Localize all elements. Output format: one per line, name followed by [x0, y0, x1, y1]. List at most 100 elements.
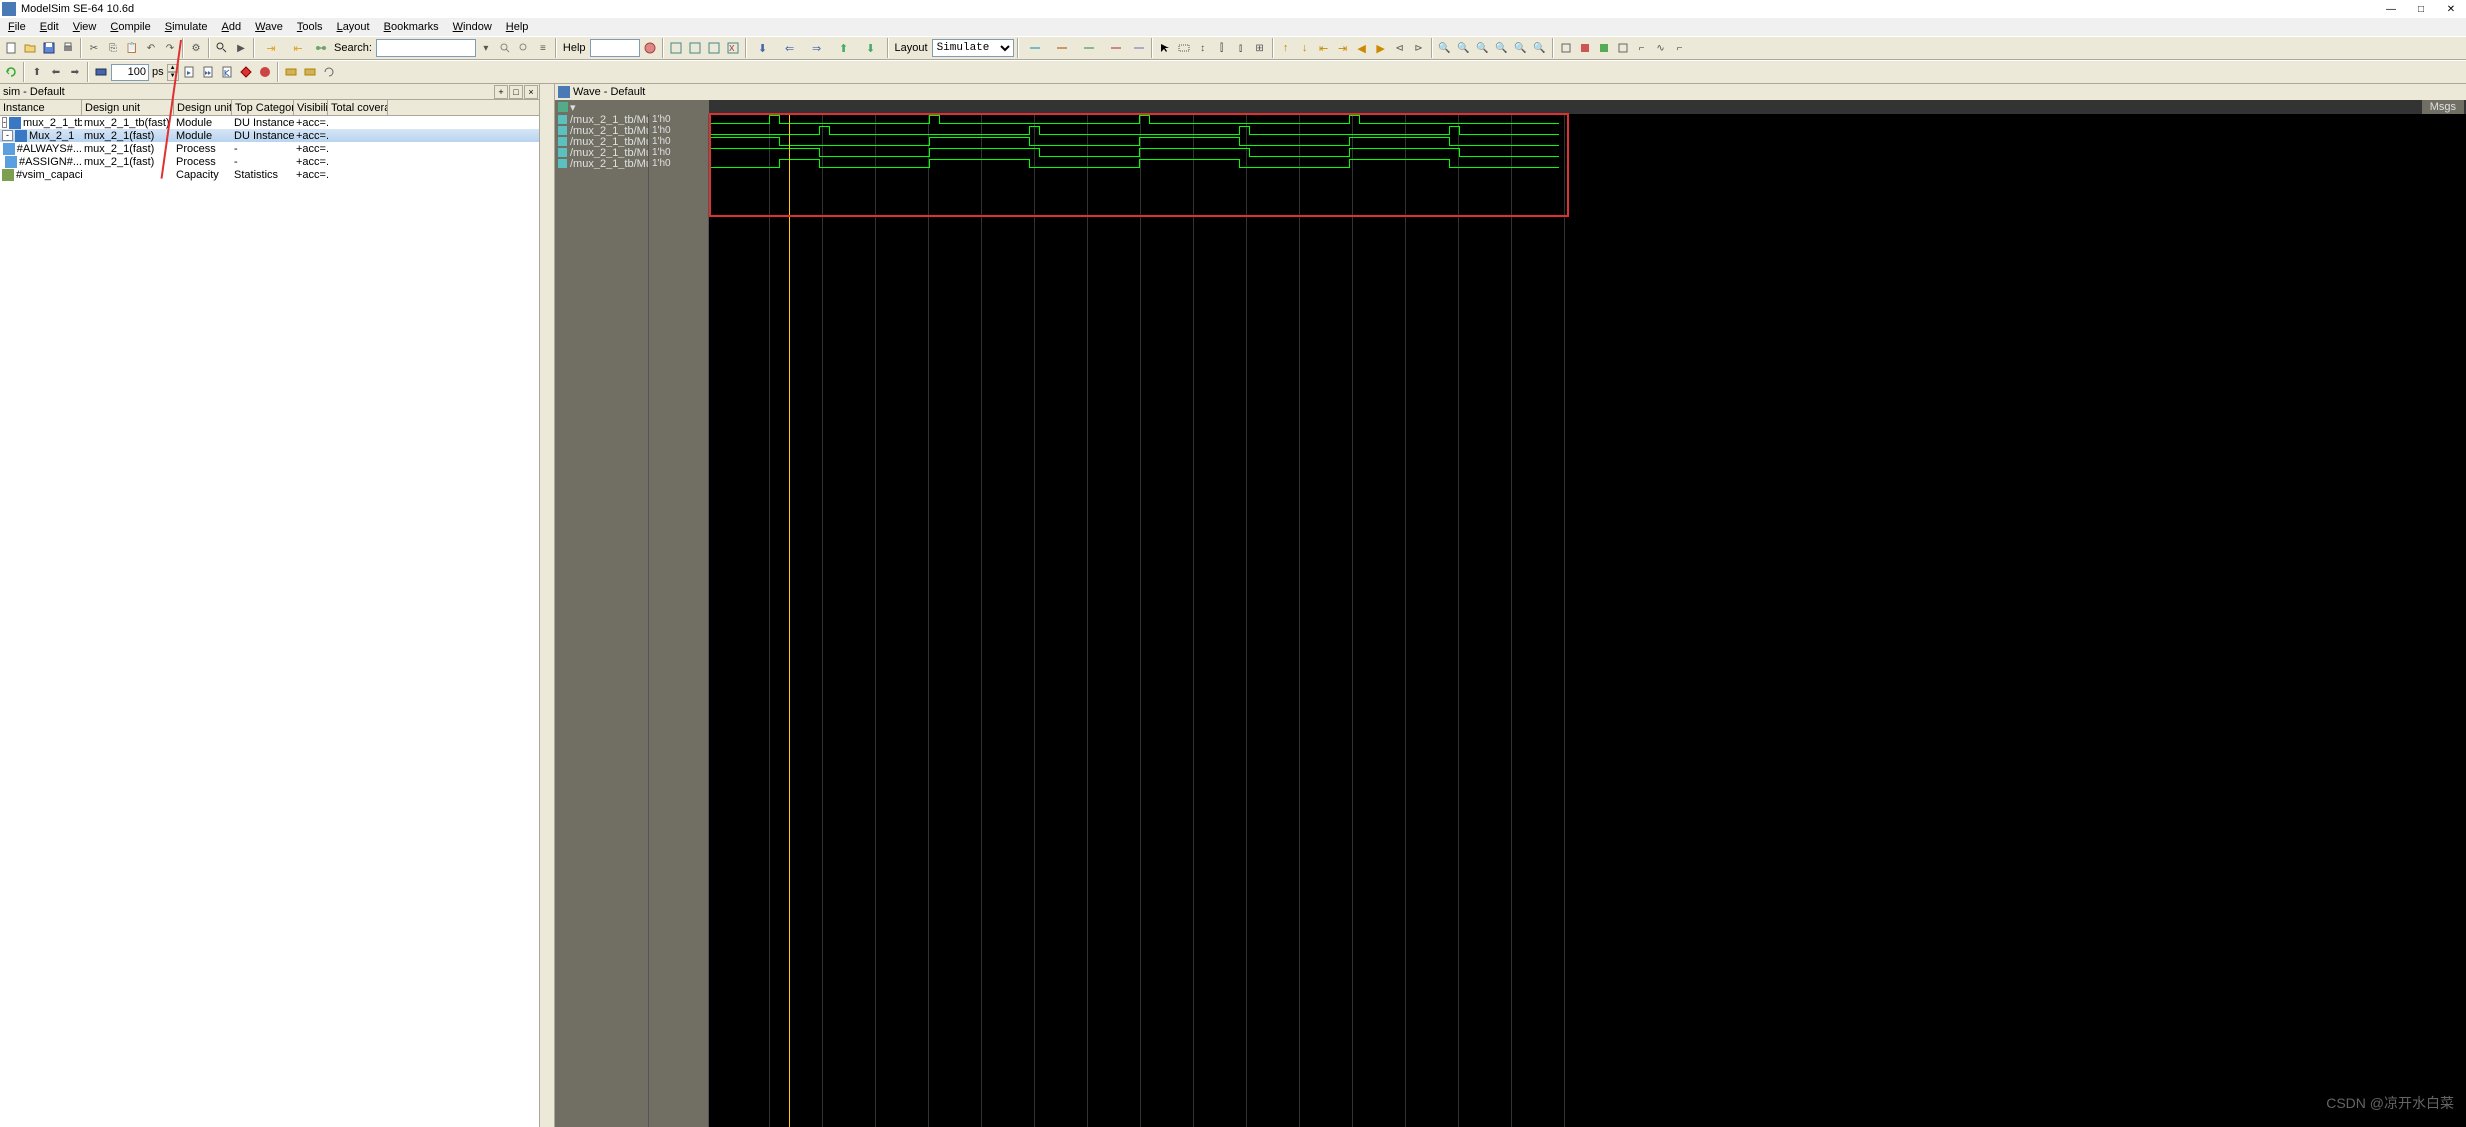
waveform[interactable] [709, 114, 2466, 125]
search-next-button[interactable] [496, 39, 514, 57]
zoom-last-button[interactable]: 🔍 [1531, 39, 1549, 57]
run-length-input[interactable] [111, 64, 149, 81]
zoom-range-button[interactable]: 🔍 [1512, 39, 1530, 57]
search-dropdown[interactable]: ▾ [477, 39, 495, 57]
nav-up-button[interactable]: ⬆ [28, 63, 46, 81]
col-design-unit[interactable]: Design unit [82, 100, 174, 115]
menu-window[interactable]: Window [447, 19, 498, 35]
signal-names-header[interactable]: ▾ [555, 100, 649, 114]
wave-collapse-button[interactable]: ⫾ [1232, 39, 1250, 57]
menu-add[interactable]: Add [216, 19, 248, 35]
minimize-button[interactable]: — [2376, 0, 2406, 18]
copy-button[interactable]: ⎘ [104, 39, 122, 57]
event-mode-button[interactable]: ⌐ [1671, 39, 1689, 57]
redo-button[interactable]: ↷ [161, 39, 179, 57]
print-button[interactable] [59, 39, 77, 57]
menu-view[interactable]: View [67, 19, 103, 35]
menu-help[interactable]: Help [500, 19, 535, 35]
zoom-out-button[interactable]: 🔍 [1455, 39, 1473, 57]
show-readers-button[interactable]: ⇤ [285, 39, 311, 57]
step-out-button[interactable] [301, 63, 319, 81]
tree-row[interactable]: #ASSIGN#...mux_2_1(fast)Process-+acc=... [0, 155, 539, 168]
cursor-add-button[interactable]: ⬇ [750, 39, 776, 57]
help-input[interactable] [590, 39, 640, 57]
dataflow-button[interactable] [312, 39, 330, 57]
next-edge-button[interactable]: ⇥ [1334, 39, 1352, 57]
tree-row[interactable]: #ALWAYS#...mux_2_1(fast)Process-+acc=... [0, 142, 539, 155]
tree-row[interactable]: #vsim_capacity#CapacityStatistics+acc=..… [0, 168, 539, 181]
signal-row[interactable]: /mux_2_1_tb/Mux_... [555, 125, 648, 136]
col-top-category[interactable]: Top Category [232, 100, 294, 115]
run-length-spinner[interactable]: ▲▼ [167, 64, 179, 81]
help-button[interactable] [641, 39, 659, 57]
search-all-button[interactable]: ≡ [534, 39, 552, 57]
zoom-cursor-button[interactable]: 🔍 [1493, 39, 1511, 57]
edit-mode-button[interactable]: ↕ [1194, 39, 1212, 57]
menu-edit[interactable]: Edit [34, 19, 65, 35]
radix-dec-button[interactable] [1595, 39, 1613, 57]
signal-values-column[interactable]: 1'h01'h01'h01'h01'h0 [649, 114, 709, 1127]
menu-simulate[interactable]: Simulate [159, 19, 214, 35]
cut-button[interactable]: ✂ [85, 39, 103, 57]
tree-row[interactable]: -Mux_2_1mux_2_1(fast)ModuleDU Instance+a… [0, 129, 539, 142]
rising-edge-button[interactable]: ↑ [1277, 39, 1295, 57]
zoom-mode-button[interactable] [1175, 39, 1193, 57]
signal-row[interactable]: /mux_2_1_tb/Mux_... [555, 114, 648, 125]
menu-tools[interactable]: Tools [291, 19, 329, 35]
object-filter-2[interactable] [1049, 39, 1075, 57]
zoom-full-button[interactable]: 🔍 [1474, 39, 1492, 57]
toggle-leaf-names-button[interactable]: ⊞ [1251, 39, 1269, 57]
radix-hex-button[interactable] [1576, 39, 1594, 57]
find-prev-transition-button[interactable]: ⬆ [831, 39, 857, 57]
zoom-in-button[interactable]: 🔍 [1436, 39, 1454, 57]
wave-panel-header[interactable]: Wave - Default [555, 84, 2466, 100]
break-button[interactable] [237, 63, 255, 81]
analog-mode-button[interactable]: ∿ [1652, 39, 1670, 57]
add-wave-button[interactable] [667, 39, 685, 57]
time-cursor[interactable] [789, 114, 790, 1127]
waveform-area[interactable] [709, 114, 2466, 1127]
panel-pin-button[interactable]: + [494, 85, 508, 99]
restart-button[interactable] [2, 63, 20, 81]
edge-prev-button[interactable]: ◀ [1353, 39, 1371, 57]
stop-button[interactable] [256, 63, 274, 81]
radix-bin-button[interactable] [1557, 39, 1575, 57]
prev-edge-button[interactable]: ⇤ [1315, 39, 1333, 57]
sim-tree[interactable]: -mux_2_1_tbmux_2_1_tb(fast)ModuleDU Inst… [0, 116, 539, 1127]
signal-row[interactable]: /mux_2_1_tb/Mux_... [555, 136, 648, 147]
signal-values-header[interactable] [649, 100, 709, 114]
edge-next-button[interactable]: ▶ [1372, 39, 1390, 57]
col-design-unit-type[interactable]: Design unit type [174, 100, 232, 115]
add-log-button[interactable] [705, 39, 723, 57]
signal-names-column[interactable]: /mux_2_1_tb/Mux_.../mux_2_1_tb/Mux_.../m… [555, 114, 649, 1127]
panel-max-button[interactable]: □ [509, 85, 523, 99]
waveform[interactable] [709, 147, 2466, 158]
cursor-prev-button[interactable]: ⇐ [777, 39, 803, 57]
waveform[interactable] [709, 136, 2466, 147]
continue-run-button[interactable] [199, 63, 217, 81]
falling-edge-button[interactable]: ↓ [1296, 39, 1314, 57]
waveform[interactable] [709, 125, 2466, 136]
show-drivers-button[interactable]: ⇥ [258, 39, 284, 57]
menu-layout[interactable]: Layout [331, 19, 376, 35]
signal-row[interactable]: /mux_2_1_tb/Mux_... [555, 147, 648, 158]
search-input[interactable] [376, 39, 476, 57]
open-button[interactable] [21, 39, 39, 57]
next-button[interactable]: ▶ [232, 39, 250, 57]
maximize-button[interactable]: □ [2406, 0, 2436, 18]
save-button[interactable] [40, 39, 58, 57]
col-visibility[interactable]: Visibility [294, 100, 328, 115]
close-button[interactable]: ✕ [2436, 0, 2466, 18]
cursor-next-button[interactable]: ⇒ [804, 39, 830, 57]
wave-expand-button[interactable]: ⫿ [1213, 39, 1231, 57]
run-button[interactable] [180, 63, 198, 81]
col-total-coverage[interactable]: Total coverage [328, 100, 388, 115]
panel-close-button[interactable]: × [524, 85, 538, 99]
search-prev-button[interactable] [515, 39, 533, 57]
menu-bookmarks[interactable]: Bookmarks [378, 19, 445, 35]
object-filter-5[interactable] [1130, 39, 1148, 57]
nav-back-button[interactable]: ⬅ [47, 63, 65, 81]
add-dataflow-button[interactable]: x [724, 39, 742, 57]
find-next-transition-button[interactable]: ⬇ [858, 39, 884, 57]
settings-button[interactable]: ⚙ [187, 39, 205, 57]
